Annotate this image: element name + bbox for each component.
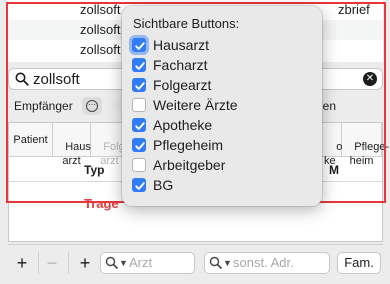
checkmark-icon <box>135 62 145 70</box>
family-button[interactable]: Fam. <box>337 252 381 274</box>
option-label: Folgearzt <box>153 77 212 93</box>
checkbox[interactable] <box>132 58 146 72</box>
visible-buttons-popover: Sichtbare Buttons: Hausarzt Facharzt Folge… <box>122 6 322 206</box>
option-facharzt[interactable]: Facharzt <box>132 56 312 74</box>
checkbox[interactable] <box>132 178 146 192</box>
checkmark-icon <box>135 42 145 50</box>
checkmark-icon <box>135 122 145 130</box>
checkbox[interactable] <box>132 78 146 92</box>
checkbox[interactable] <box>132 118 146 132</box>
divider <box>68 252 69 274</box>
option-label: Pflegeheim <box>153 137 224 153</box>
doctor-search-field[interactable]: ▼ Arzt <box>100 252 195 274</box>
checkmark-icon <box>135 142 145 150</box>
option-label: Arbeitgeber <box>153 157 226 173</box>
search-icon <box>209 256 223 270</box>
option-label: Hausarzt <box>153 37 210 53</box>
divider <box>8 244 383 245</box>
option-bg[interactable]: BG <box>132 176 312 194</box>
other-address-search-field[interactable]: ▼ sonst. Adr. <box>204 252 330 274</box>
chevron-down-icon: ▼ <box>119 258 128 268</box>
option-weitere-ärzte[interactable]: Weitere Ärzte <box>132 96 312 114</box>
bottom-toolbar: + − + ▼ Arzt ▼ sonst. Adr. Fam. <box>0 244 390 284</box>
option-label: Weitere Ärzte <box>153 97 238 113</box>
checkmark-icon <box>135 182 145 190</box>
remove-button[interactable]: − <box>41 252 63 274</box>
popover-title: Sichtbare Buttons: <box>133 16 240 31</box>
option-label: BG <box>153 177 174 193</box>
option-arbeitgeber[interactable]: Arbeitgeber <box>132 156 312 174</box>
other-address-placeholder: sonst. Adr. <box>233 255 294 270</box>
option-hausarzt[interactable]: Hausarzt <box>132 36 312 54</box>
option-label: Apotheke <box>153 117 213 133</box>
checkbox[interactable] <box>132 138 146 152</box>
option-pflegeheim[interactable]: Pflegeheim <box>132 136 312 154</box>
option-folgearzt[interactable]: Folgearzt <box>132 76 312 94</box>
option-label: Facharzt <box>153 57 208 73</box>
add-button[interactable]: + <box>11 252 33 274</box>
divider <box>38 252 39 274</box>
add-recipient-button[interactable]: + <box>74 252 96 274</box>
checkbox[interactable] <box>132 158 146 172</box>
checkmark-icon <box>135 82 145 90</box>
search-icon <box>105 256 119 270</box>
chevron-down-icon: ▼ <box>223 258 232 268</box>
option-apotheke[interactable]: Apotheke <box>132 116 312 134</box>
doctor-search-placeholder: Arzt <box>129 255 153 270</box>
checkbox[interactable] <box>132 98 146 112</box>
checkbox[interactable] <box>132 38 146 52</box>
